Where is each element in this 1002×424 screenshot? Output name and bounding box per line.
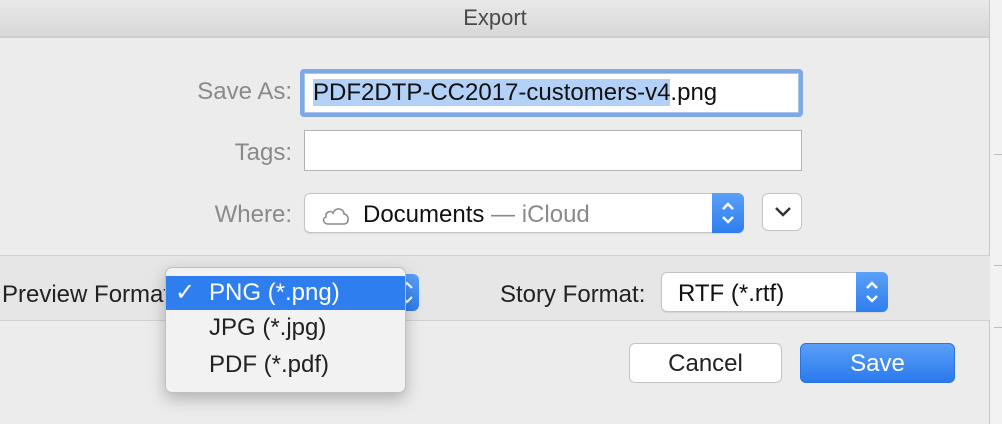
tags-label: Tags: xyxy=(234,139,292,166)
save-as-label: Save As: xyxy=(197,78,292,105)
preview-format-label: Preview Format: xyxy=(2,281,177,308)
menu-item-label: JPG (*.jpg) xyxy=(209,314,327,341)
where-stepper-arrows[interactable] xyxy=(712,193,744,233)
cancel-button[interactable]: Cancel xyxy=(629,343,782,383)
window-title: Export xyxy=(463,5,527,30)
story-format-value: RTF (*.rtf) xyxy=(678,280,785,307)
up-down-chevron-icon xyxy=(866,281,878,303)
where-popup-button[interactable]: Documents — iCloud xyxy=(304,193,744,233)
where-separator: — xyxy=(484,201,522,228)
checkmark-icon: ✓ xyxy=(175,279,196,306)
expand-browser-button[interactable] xyxy=(762,193,802,231)
story-format-popup[interactable]: RTF (*.rtf) xyxy=(661,272,888,312)
save-as-field[interactable]: PDF2DTP-CC2017-customers-v4.png xyxy=(300,69,803,117)
options-bottom-divider xyxy=(0,320,990,321)
where-location: Documents xyxy=(363,201,485,228)
menu-item-label: PDF (*.pdf) xyxy=(209,351,330,378)
menu-item-label: PNG (*.png) xyxy=(209,279,340,306)
where-service: iCloud xyxy=(521,201,590,228)
up-down-chevron-icon xyxy=(722,202,734,224)
title-bar: Export xyxy=(0,0,990,37)
chevron-down-icon xyxy=(775,207,791,217)
sheet-shadow xyxy=(0,36,990,38)
menu-item-pdf[interactable]: PDF (*.pdf) xyxy=(166,348,405,382)
background-window-edge xyxy=(989,0,1002,424)
menu-item-png[interactable]: ✓ PNG (*.png) xyxy=(166,276,405,310)
cloud-icon xyxy=(321,204,351,232)
where-value: Documents — iCloud xyxy=(363,201,590,229)
tags-field[interactable] xyxy=(304,130,802,171)
story-stepper-arrows[interactable] xyxy=(856,272,888,312)
preview-format-menu: ✓ PNG (*.png) JPG (*.jpg) PDF (*.pdf) xyxy=(165,267,406,393)
save-button[interactable]: Save xyxy=(800,343,955,383)
menu-item-jpg[interactable]: JPG (*.jpg) xyxy=(166,311,405,345)
filename-extension: .png xyxy=(670,79,718,106)
filename-selection: PDF2DTP-CC2017-customers-v4 xyxy=(313,79,671,106)
story-format-label: Story Format: xyxy=(500,281,646,308)
where-label: Where: xyxy=(214,201,292,228)
